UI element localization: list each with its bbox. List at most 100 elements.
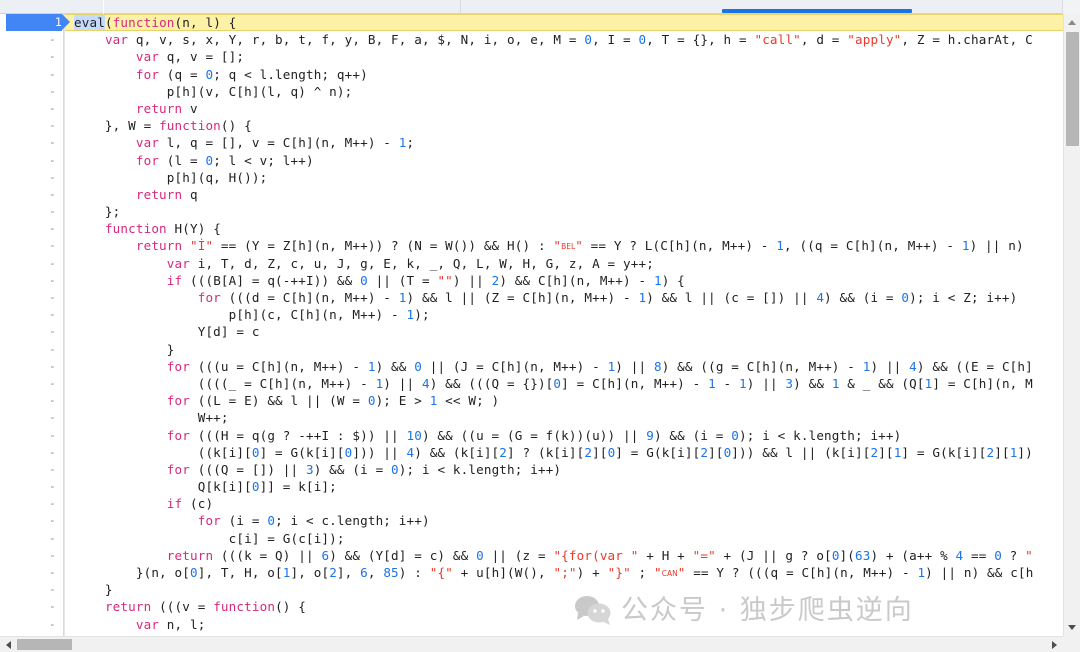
line-number[interactable]: - xyxy=(0,341,56,358)
line-number[interactable]: - xyxy=(0,358,56,375)
code-token: c[i] = G(c[i]); xyxy=(74,530,345,546)
code-line-content: return q xyxy=(74,186,198,203)
code-token: ) && (k[i][ xyxy=(414,444,500,460)
code-line[interactable]: - ((((_ = C[h](n, M++) - 1) || 4) && (((… xyxy=(0,375,1063,392)
line-number[interactable]: 1 xyxy=(6,14,70,32)
code-line[interactable]: - return "İ" == (Y = Z[h](n, M++)) ? (N … xyxy=(0,237,1063,254)
code-token: 0 xyxy=(360,272,368,288)
code-line[interactable]: - c[i] = G(c[i]); xyxy=(0,530,1063,547)
line-number[interactable]: - xyxy=(0,66,56,83)
code-line[interactable]: - }(n, o[0], T, H, o[1], o[2], 6, 85) : … xyxy=(0,564,1063,581)
line-number[interactable]: - xyxy=(0,323,56,340)
line-number[interactable]: - xyxy=(0,564,56,581)
line-number[interactable]: - xyxy=(0,495,56,512)
line-number[interactable]: - xyxy=(0,598,56,615)
line-number[interactable]: - xyxy=(0,616,56,633)
line-number[interactable]: - xyxy=(0,478,56,495)
code-line[interactable]: - var q, v, s, x, Y, r, b, t, f, y, B, F… xyxy=(0,31,1063,48)
code-line[interactable]: - for (q = 0; q < l.length; q++) xyxy=(0,66,1063,83)
line-number[interactable]: - xyxy=(0,409,56,426)
code-token: ) && (((Q = {})[ xyxy=(429,375,554,391)
code-token: 8 xyxy=(653,358,662,374)
code-line[interactable]: - }; xyxy=(0,203,1063,220)
vertical-scrollbar[interactable] xyxy=(1063,14,1080,636)
line-number[interactable]: - xyxy=(0,203,56,220)
code-line[interactable]: - for ((L = E) && l || (W = 0); E > 1 <<… xyxy=(0,392,1063,409)
line-number[interactable]: - xyxy=(0,392,56,409)
code-line[interactable]: - return (((k = Q) || 6) && (Y[d] = c) &… xyxy=(0,547,1063,564)
code-line[interactable]: - return (((v = function() { xyxy=(0,598,1063,615)
code-line[interactable]: - p[h](v, C[h](l, q) ^ n); xyxy=(0,83,1063,100)
line-number[interactable]: - xyxy=(0,512,56,529)
line-number[interactable]: - xyxy=(0,117,56,134)
code-line[interactable]: - function H(Y) { xyxy=(0,220,1063,237)
code-line[interactable]: 1 eval(function(n, l) { xyxy=(0,14,1063,32)
active-tab-indicator[interactable] xyxy=(722,9,912,13)
code-line[interactable]: - ((k[i][0] = G(k[i][0])) || 4) && (k[i]… xyxy=(0,444,1063,461)
code-line[interactable]: - for (i = 0; i < c.length; i++) xyxy=(0,512,1063,529)
line-number[interactable]: - xyxy=(0,547,56,564)
code-line[interactable]: - return q xyxy=(0,186,1063,203)
code-line[interactable]: - var i, T, d, Z, c, u, J, g, E, k, _, Q… xyxy=(0,255,1063,272)
code-line[interactable]: - for (((H = q(g ? -++I : $)) || 10) && … xyxy=(0,427,1063,444)
code-line[interactable]: - }, W = function() { xyxy=(0,117,1063,134)
code-line[interactable]: - for (((u = C[h](n, M++) - 1) && 0 || (… xyxy=(0,358,1063,375)
line-number[interactable]: - xyxy=(0,530,56,547)
code-line[interactable]: - } xyxy=(0,341,1063,358)
code-line[interactable]: - Y[d] = c xyxy=(0,323,1063,340)
code-line-content: return (((k = Q) || 6) && (Y[d] = c) && … xyxy=(74,547,1033,564)
scroll-up-arrow-icon[interactable] xyxy=(1064,14,1080,31)
line-number[interactable]: - xyxy=(0,186,56,203)
code-token: 1 xyxy=(961,238,970,254)
code-line[interactable]: - p[h](c, C[h](n, M++) - 1); xyxy=(0,306,1063,323)
code-line-content: ((((_ = C[h](n, M++) - 1) || 4) && (((Q … xyxy=(74,375,1033,392)
line-number[interactable]: - xyxy=(0,83,56,100)
code-line[interactable]: - for (((d = C[h](n, M++) - 1) && l || (… xyxy=(0,289,1063,306)
code-token: ) && ((u = (G = f(k))(u)) || xyxy=(421,427,647,443)
code-line[interactable]: - W++; xyxy=(0,409,1063,426)
code-line[interactable]: - Q[k[i][0]] = k[i]; xyxy=(0,478,1063,495)
scroll-left-arrow-icon[interactable] xyxy=(0,637,16,652)
code-line[interactable]: - } xyxy=(0,581,1063,598)
code-editor[interactable]: 1 eval(function(n, l) {- var q, v, s, x, … xyxy=(0,14,1063,636)
line-number[interactable]: - xyxy=(0,134,56,151)
code-line[interactable]: - for (l = 0; l < v; l++) xyxy=(0,152,1063,169)
line-number[interactable]: - xyxy=(0,100,56,117)
line-number[interactable]: - xyxy=(0,581,56,598)
line-number[interactable]: - xyxy=(0,289,56,306)
code-line[interactable]: - for (((Q = []) || 3) && (i = 0); i < k… xyxy=(0,461,1063,478)
line-number[interactable]: - xyxy=(0,375,56,392)
line-number[interactable]: - xyxy=(0,461,56,478)
code-line[interactable]: - var n, l; xyxy=(0,616,1063,633)
line-number[interactable]: - xyxy=(0,220,56,237)
code-token: 0 xyxy=(251,444,260,460)
code-line-content: ((k[i][0] = G(k[i][0])) || 4) && (k[i][2… xyxy=(74,444,1033,461)
scroll-down-arrow-icon[interactable] xyxy=(1064,619,1080,636)
code-line[interactable]: - if (c) xyxy=(0,495,1063,512)
line-number[interactable]: - xyxy=(0,444,56,461)
code-line[interactable]: - p[h](q, H()); xyxy=(0,169,1063,186)
scroll-right-arrow-icon[interactable] xyxy=(1047,637,1063,652)
code-token: " xyxy=(553,238,562,254)
horizontal-scrollbar-thumb[interactable] xyxy=(17,639,72,650)
code-line[interactable]: - if (((B[A] = q(-++I)) && 0 || (T = "")… xyxy=(0,272,1063,289)
line-number[interactable]: - xyxy=(0,152,56,169)
code-token: "=" xyxy=(692,547,716,563)
code-token: ) || xyxy=(870,358,910,374)
line-number[interactable]: - xyxy=(0,255,56,272)
line-number[interactable]: - xyxy=(0,427,56,444)
line-number[interactable]: - xyxy=(0,272,56,289)
line-number[interactable]: - xyxy=(0,48,56,65)
code-line[interactable]: - var q, v = []; xyxy=(0,48,1063,65)
horizontal-scrollbar[interactable] xyxy=(0,636,1080,652)
code-line[interactable]: - return v xyxy=(0,100,1063,117)
code-token: ( xyxy=(104,15,113,30)
line-number[interactable]: - xyxy=(0,31,56,48)
code-line[interactable]: - var l, q = [], v = C[h](n, M++) - 1; xyxy=(0,134,1063,151)
line-number[interactable]: - xyxy=(0,169,56,186)
line-number[interactable]: - xyxy=(0,306,56,323)
vertical-scrollbar-thumb[interactable] xyxy=(1066,32,1079,146)
code-token: (l = xyxy=(159,152,206,168)
line-number[interactable]: - xyxy=(0,237,56,254)
